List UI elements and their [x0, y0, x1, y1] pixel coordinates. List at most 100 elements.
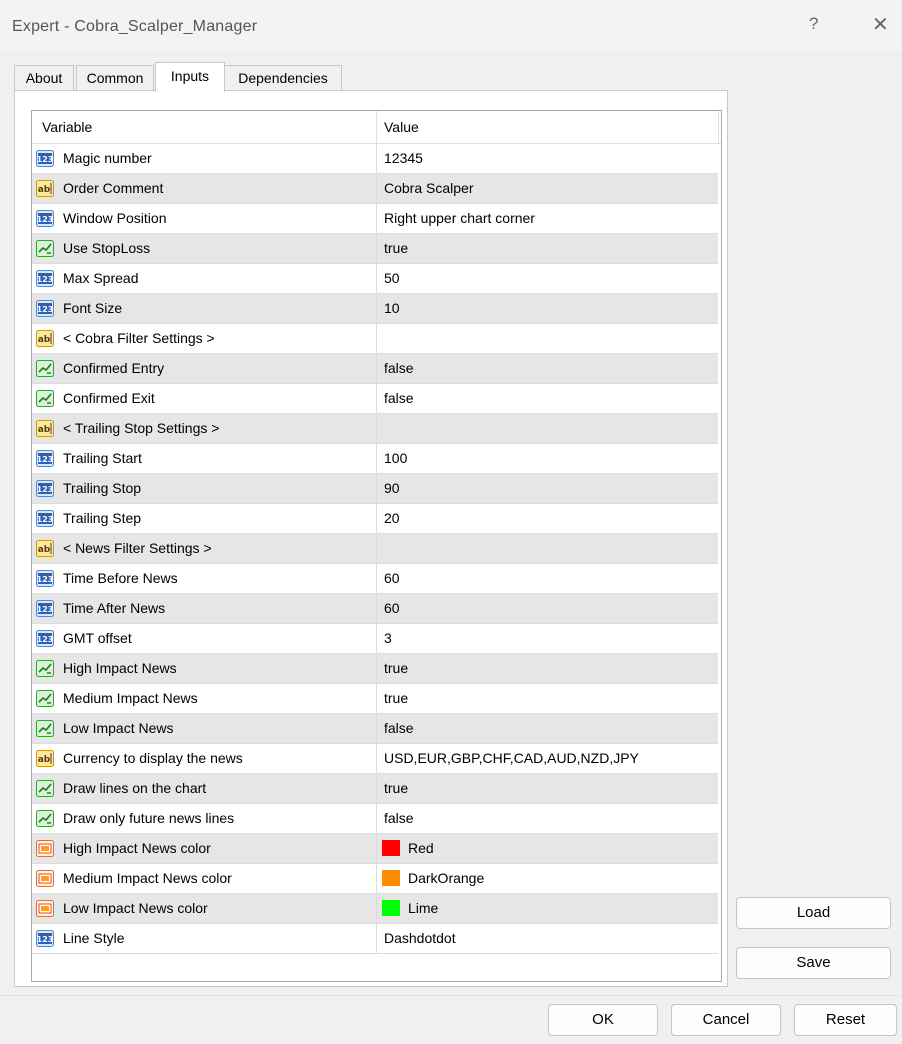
table-row[interactable]: 123 Trailing Start 100	[32, 444, 718, 474]
table-row[interactable]: 123 Time After News 60	[32, 594, 718, 624]
svg-text:123: 123	[37, 515, 54, 524]
variable-value[interactable]: USD,EUR,GBP,CHF,CAD,AUD,NZD,JPY	[384, 750, 639, 766]
table-row[interactable]: 123 Line Style Dashdotdot	[32, 924, 718, 954]
variable-name: Trailing Start	[63, 450, 142, 466]
variable-name: Medium Impact News	[63, 690, 198, 706]
variable-value[interactable]: 10	[384, 300, 400, 316]
bool-icon	[36, 390, 54, 407]
variable-value[interactable]: true	[384, 780, 408, 796]
svg-text:ab: ab	[38, 185, 51, 195]
table-row[interactable]: ab Currency to display the news USD,EUR,GB…	[32, 744, 718, 774]
table-row[interactable]: 123 Font Size 10	[32, 294, 718, 324]
variable-name: Medium Impact News color	[63, 870, 232, 886]
variable-value[interactable]: 60	[384, 600, 400, 616]
variable-value[interactable]: false	[384, 720, 414, 736]
cancel-button[interactable]: Cancel	[671, 1004, 781, 1036]
inputs-grid[interactable]: Variable Value 123 Magic number 12345 ab Ord…	[31, 110, 722, 982]
table-row[interactable]: Medium Impact News color DarkOrange	[32, 864, 718, 894]
table-row[interactable]: Confirmed Exit false	[32, 384, 718, 414]
table-row[interactable]: 123 Max Spread 50	[32, 264, 718, 294]
variable-value[interactable]: 3	[384, 630, 392, 646]
variable-value[interactable]: 90	[384, 480, 400, 496]
variable-name: Draw lines on the chart	[63, 780, 207, 796]
variable-name: Time After News	[63, 600, 166, 616]
table-row[interactable]: Low Impact News color Lime	[32, 894, 718, 924]
bool-icon	[36, 660, 54, 677]
table-row[interactable]: 123 Trailing Stop 90	[32, 474, 718, 504]
table-row[interactable]: Draw only future news lines false	[32, 804, 718, 834]
int-icon: 123	[36, 600, 54, 617]
variable-value[interactable]: 60	[384, 570, 400, 586]
variable-value[interactable]: 100	[384, 450, 407, 466]
table-row[interactable]: Draw lines on the chart true	[32, 774, 718, 804]
grid-header: Variable Value	[32, 111, 721, 144]
variable-value[interactable]: Right upper chart corner	[384, 210, 535, 226]
reset-button[interactable]: Reset	[794, 1004, 897, 1036]
column-divider[interactable]	[376, 111, 377, 143]
variable-value[interactable]: Dashdotdot	[384, 930, 456, 946]
tab-inputs[interactable]: Inputs	[155, 62, 225, 92]
column-header-value[interactable]: Value	[384, 119, 419, 135]
table-row[interactable]: ab < Trailing Stop Settings >	[32, 414, 718, 444]
svg-text:123: 123	[37, 305, 54, 314]
svg-text:123: 123	[37, 605, 54, 614]
table-row[interactable]: ab < Cobra Filter Settings >	[32, 324, 718, 354]
variable-value[interactable]: false	[384, 360, 414, 376]
color-swatch[interactable]	[382, 900, 400, 916]
variable-name: High Impact News color	[63, 840, 211, 856]
table-row[interactable]: ab < News Filter Settings >	[32, 534, 718, 564]
int-icon: 123	[36, 570, 54, 587]
table-row[interactable]: 123 Window Position Right upper chart corn…	[32, 204, 718, 234]
variable-value[interactable]: false	[384, 810, 414, 826]
bool-icon	[36, 360, 54, 377]
string-icon: ab	[36, 750, 54, 767]
variable-value[interactable]: Lime	[408, 900, 438, 916]
variable-value[interactable]: 20	[384, 510, 400, 526]
column-header-variable[interactable]: Variable	[42, 119, 92, 135]
table-row[interactable]: 123 Time Before News 60	[32, 564, 718, 594]
table-row[interactable]: High Impact News true	[32, 654, 718, 684]
table-row[interactable]: ab Order Comment Cobra Scalper	[32, 174, 718, 204]
variable-value[interactable]: true	[384, 690, 408, 706]
variable-value[interactable]: true	[384, 660, 408, 676]
variable-name: Line Style	[63, 930, 125, 946]
variable-value[interactable]: true	[384, 240, 408, 256]
load-button[interactable]: Load	[736, 897, 891, 929]
table-row[interactable]: 123 GMT offset 3	[32, 624, 718, 654]
variable-name: Magic number	[63, 150, 152, 166]
table-row[interactable]: Confirmed Entry false	[32, 354, 718, 384]
variable-name: < Cobra Filter Settings >	[63, 330, 215, 346]
color-swatch[interactable]	[382, 870, 400, 886]
tab-about[interactable]: About	[14, 65, 74, 91]
tab-common[interactable]: Common	[76, 65, 154, 91]
color-icon	[36, 840, 54, 857]
svg-text:ab: ab	[38, 425, 51, 435]
color-swatch[interactable]	[382, 840, 400, 856]
variable-name: GMT offset	[63, 630, 132, 646]
help-button[interactable]: ?	[809, 14, 818, 34]
variable-name: Max Spread	[63, 270, 139, 286]
int-icon: 123	[36, 300, 54, 317]
svg-text:123: 123	[37, 485, 54, 494]
svg-text:123: 123	[37, 635, 54, 644]
table-row[interactable]: Low Impact News false	[32, 714, 718, 744]
variable-value[interactable]: DarkOrange	[408, 870, 484, 886]
variable-value[interactable]: 50	[384, 270, 400, 286]
table-row[interactable]: 123 Trailing Step 20	[32, 504, 718, 534]
table-row[interactable]: 123 Magic number 12345	[32, 144, 718, 174]
close-icon[interactable]: ✕	[872, 12, 889, 37]
variable-name: Time Before News	[63, 570, 178, 586]
variable-value[interactable]: Cobra Scalper	[384, 180, 474, 196]
variable-value[interactable]: false	[384, 390, 414, 406]
variable-value[interactable]: Red	[408, 840, 434, 856]
column-divider[interactable]	[718, 111, 719, 143]
save-button[interactable]: Save	[736, 947, 891, 979]
table-row[interactable]: Use StopLoss true	[32, 234, 718, 264]
bool-icon	[36, 240, 54, 257]
tab-dependencies[interactable]: Dependencies	[224, 65, 342, 91]
table-row[interactable]: High Impact News color Red	[32, 834, 718, 864]
ok-button[interactable]: OK	[548, 1004, 658, 1036]
svg-text:123: 123	[37, 455, 54, 464]
table-row[interactable]: Medium Impact News true	[32, 684, 718, 714]
variable-value[interactable]: 12345	[384, 150, 423, 166]
